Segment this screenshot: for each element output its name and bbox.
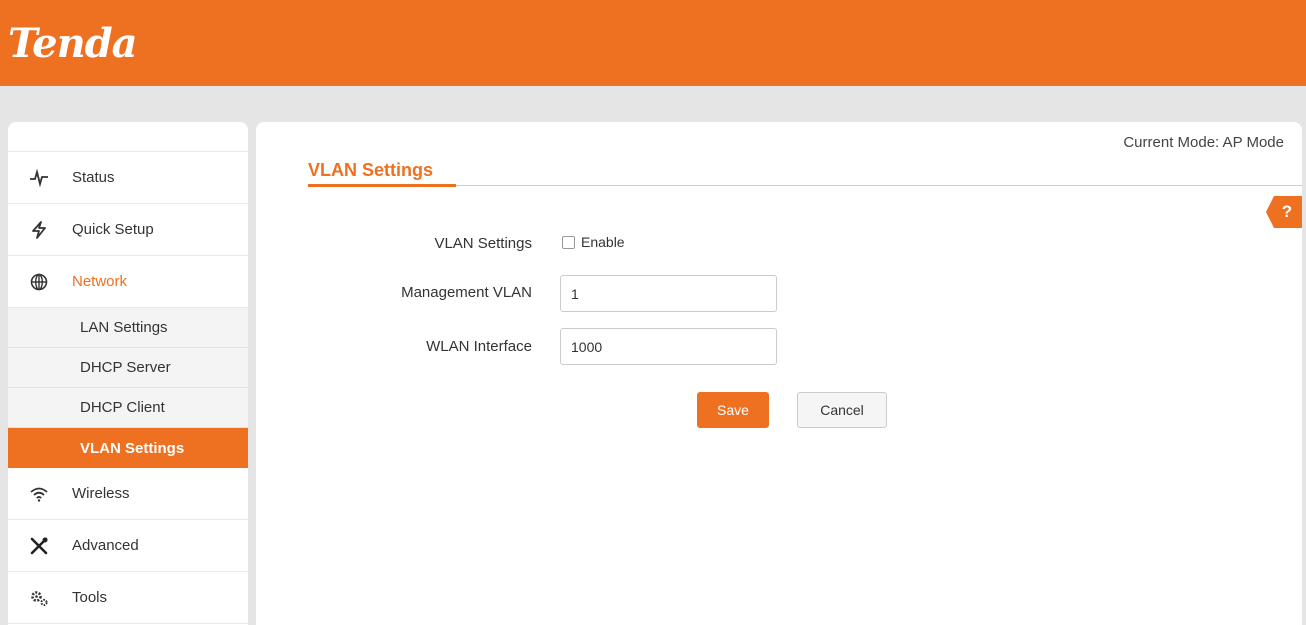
title-underline [308, 184, 456, 187]
sidebar-item-label: Advanced [72, 537, 139, 554]
sidebar-item-wireless[interactable]: Wireless [8, 468, 248, 520]
globe-icon [28, 271, 50, 293]
sidebar-top-spacer [8, 122, 248, 152]
save-button[interactable]: Save [697, 392, 769, 428]
sidebar-item-quick-setup[interactable]: Quick Setup [8, 204, 248, 256]
sidebar-item-label: Network [72, 273, 128, 290]
enable-label: Enable [581, 234, 625, 250]
management-vlan-label: Management VLAN [401, 284, 532, 301]
enable-checkbox-row[interactable]: Enable [562, 234, 625, 250]
title-divider [308, 185, 1302, 186]
cancel-button[interactable]: Cancel [797, 392, 887, 428]
sidebar-item-label: Quick Setup [72, 221, 154, 238]
management-vlan-input[interactable]: 1 [560, 275, 777, 312]
wifi-icon [28, 483, 50, 505]
sidebar-item-network[interactable]: Network [8, 256, 248, 308]
sidebar-item-label: Tools [72, 589, 108, 606]
sidebar-item-label: Status [72, 169, 115, 186]
sidebar-subitem-dhcp-server[interactable]: DHCP Server [8, 348, 248, 388]
vlan-settings-label: VLAN Settings [434, 235, 532, 252]
sidebar-subitem-lan-settings[interactable]: LAN Settings [8, 308, 248, 348]
wlan-interface-input[interactable]: 1000 [560, 328, 777, 365]
sidebar-subitem-dhcp-client[interactable]: DHCP Client [8, 388, 248, 428]
pulse-icon [28, 167, 50, 189]
lightning-icon [28, 219, 50, 241]
tenda-logo: Tenda [8, 20, 138, 67]
enable-checkbox[interactable] [562, 235, 575, 249]
header-bar: Tenda [0, 0, 1306, 86]
gears-icon [28, 587, 50, 609]
content-panel: Current Mode: AP Mode VLAN Settings ? VL… [256, 122, 1302, 625]
header-spacer [0, 86, 1306, 122]
wlan-interface-label: WLAN Interface [426, 338, 532, 355]
sidebar-item-tools[interactable]: Tools [8, 572, 248, 624]
sidebar-subitem-vlan-settings[interactable]: VLAN Settings [8, 428, 248, 468]
tools-cross-icon [28, 535, 50, 557]
help-button[interactable]: ? [1266, 196, 1302, 228]
sidebar: Status Quick Setup Network LAN Settings … [8, 122, 248, 625]
page-title: VLAN Settings [308, 160, 434, 180]
current-mode-text: Current Mode: AP Mode [1123, 134, 1284, 151]
sidebar-item-advanced[interactable]: Advanced [8, 520, 248, 572]
sidebar-item-label: Wireless [72, 485, 130, 502]
sidebar-item-status[interactable]: Status [8, 152, 248, 204]
